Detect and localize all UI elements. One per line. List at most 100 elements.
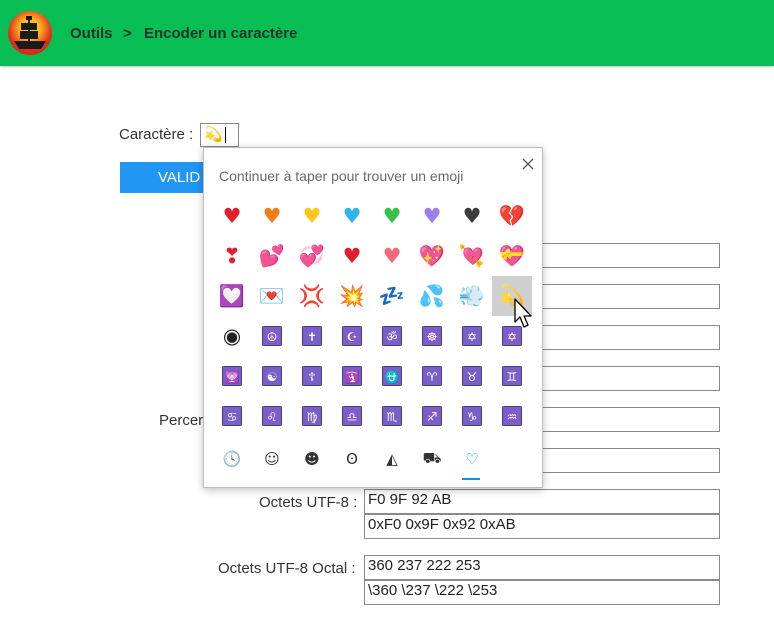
emoji-cell[interactable]: 🛐 [332,356,372,396]
emoji-glyph: ♥ [422,203,442,228]
emoji-cell[interactable]: ♈ [412,356,452,396]
celebration-tab[interactable]: ʘ [332,445,372,473]
emoji-search-prompt: Continuer à taper pour trouver un emoji [219,168,464,184]
emoji-glyph: 💘 [458,243,486,268]
emoji-cell[interactable]: ♋ [212,396,252,436]
pizza-icon: ◭ [386,450,398,468]
emoji-cell[interactable]: ♥ [292,196,332,236]
emoji-cell[interactable]: ♥ [332,236,372,276]
emoji-glyph: ❣ [223,243,241,268]
breadcrumb-tools[interactable]: Outils [70,25,113,42]
emoji-cell[interactable]: ♥ [372,236,412,276]
emoji-cell[interactable]: ♥ [252,196,292,236]
emoji-cell[interactable]: ♥ [412,196,452,236]
smiley-icon: ☺ [264,450,280,468]
emoji-glyph: ♥ [262,203,282,228]
emoji-cell[interactable]: 💌 [252,276,292,316]
emoji-glyph: ♋ [222,406,242,426]
emoji-cell[interactable]: 💥 [332,276,372,316]
recent-tab[interactable]: 🕓 [212,445,252,473]
emoji-glyph: ♥ [302,203,322,228]
emoji-glyph: ♥ [382,243,402,268]
emoji-cell[interactable]: ☪ [332,316,372,356]
symbols-tab[interactable]: ♡ [452,445,492,473]
emoji-cell[interactable]: ♍ [292,396,332,436]
text-caret [224,126,226,143]
smileys-tab[interactable]: ☺ [252,445,292,473]
emoji-cell[interactable]: ⛎ [372,356,412,396]
emoji-cell[interactable]: ◉ [212,316,252,356]
emoji-cell[interactable]: ♌ [252,396,292,436]
emoji-glyph: ♏ [382,406,402,426]
emoji-glyph: ☯ [262,366,282,386]
emoji-cell[interactable]: ♎ [332,396,372,436]
emoji-cell[interactable]: ♐ [412,396,452,436]
emoji-cell[interactable]: ♑ [452,396,492,436]
emoji-cell[interactable]: ✝ [292,316,332,356]
emoji-cell[interactable]: 💤 [372,276,412,316]
emoji-cell[interactable]: ♏ [372,396,412,436]
emoji-cell[interactable]: 💖 [412,236,452,276]
emoji-cell[interactable]: ॐ [372,316,412,356]
emoji-cell[interactable]: 💘 [452,236,492,276]
emoji-cell[interactable]: 🕎 [212,356,252,396]
emoji-cell[interactable]: 💢 [292,276,332,316]
emoji-cell[interactable]: ♉ [452,356,492,396]
person-icon: ☻ [304,450,320,468]
percent-label: Percer [159,412,204,429]
utf8-octal-escaped-field[interactable]: \360 \237 \222 \253 [364,580,720,605]
utf8-bytes-label: Octets UTF-8 : [259,494,358,511]
emoji-glyph: ♥ [342,203,362,228]
emoji-cell[interactable]: 💝 [492,236,532,276]
emoji-glyph: ⛎ [382,366,402,386]
travel-tab[interactable]: ⛟ [412,445,452,473]
emoji-glyph: ॐ [382,326,402,346]
emoji-cell[interactable]: ♥ [372,196,412,236]
emoji-cell[interactable]: ☸ [412,316,452,356]
emoji-cell[interactable]: 💔 [492,196,532,236]
emoji-glyph: ☦ [302,366,322,386]
emoji-cell[interactable]: ♊ [492,356,532,396]
breadcrumb-separator: > [123,25,132,42]
emoji-cell[interactable]: 💕 [252,236,292,276]
emoji-cell[interactable]: ☯ [252,356,292,396]
emoji-cell[interactable]: ♒ [492,396,532,436]
page-title: Encoder un caractère [144,25,298,42]
emoji-glyph: ♈ [422,366,442,386]
utf8-hex-prefixed-field[interactable]: 0xF0 0x9F 0x92 0xAB [364,514,720,539]
emoji-glyph: ☸ [422,326,442,346]
emoji-cell[interactable]: ♥ [332,196,372,236]
emoji-cell[interactable]: ❣ [212,236,252,276]
character-input[interactable]: 💫 [200,123,239,147]
emoji-cell[interactable]: 💨 [452,276,492,316]
emoji-cell[interactable]: 💟 [212,276,252,316]
emoji-glyph: ♥ [222,203,242,228]
emoji-glyph: ✡ [462,326,482,346]
emoji-glyph: ♊ [502,366,522,386]
emoji-picker-panel: Continuer à taper pour trouver un emoji … [203,147,543,488]
emoji-glyph: ♥ [342,243,362,268]
people-tab[interactable]: ☻ [292,445,332,473]
close-icon[interactable] [520,156,536,172]
pirate-ship-logo-icon[interactable] [8,11,52,55]
emoji-cell[interactable]: ☦ [292,356,332,396]
emoji-glyph: ✝ [302,326,322,346]
emoji-cell[interactable]: ♥ [212,196,252,236]
utf8-octal-field[interactable]: 360 237 222 253 [364,555,720,580]
emoji-cell[interactable]: 💞 [292,236,332,276]
utf8-hex-field[interactable]: F0 9F 92 AB [364,489,720,514]
emoji-glyph: 💦 [418,283,446,308]
emoji-cell[interactable]: ✡ [452,316,492,356]
emoji-glyph: 💌 [258,283,286,308]
emoji-glyph: 💔 [498,203,526,228]
emoji-cell[interactable]: ☮ [252,316,292,356]
emoji-cell[interactable]: 💦 [412,276,452,316]
emoji-glyph: 💢 [298,283,326,308]
emoji-glyph: ♍ [302,406,322,426]
clock-icon: 🕓 [222,450,242,468]
heart-outline-icon: ♡ [465,450,479,468]
food-tab[interactable]: ◭ [372,445,412,473]
emoji-cell[interactable]: ♥ [452,196,492,236]
emoji-glyph: ♥ [382,203,402,228]
mouse-pointer-icon [514,298,532,328]
